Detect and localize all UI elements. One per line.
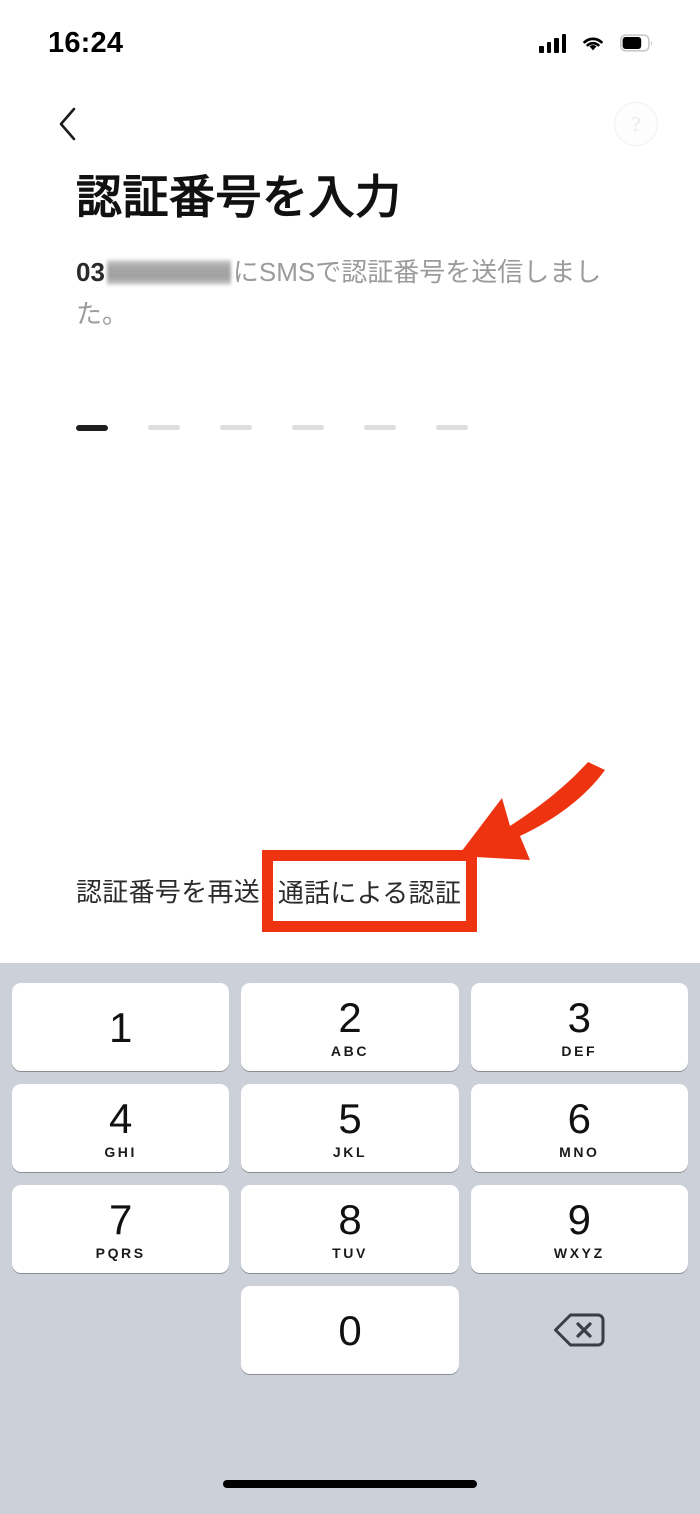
key-4[interactable]: 4 GHI (12, 1084, 230, 1172)
key-digit: 2 (338, 993, 362, 1041)
question-mark-icon: ? (631, 111, 641, 136)
keypad-spacer (12, 1286, 229, 1374)
status-bar-time: 16:24 (48, 26, 124, 59)
annotation-highlight-box: 通話による認証 (262, 850, 477, 932)
key-letters: DEF (561, 1042, 598, 1059)
key-digit: 9 (567, 1195, 591, 1243)
key-letters: ABC (330, 1042, 370, 1059)
key-digit: 3 (567, 993, 591, 1041)
key-digit: 1 (108, 1004, 133, 1051)
code-digit-slot-2[interactable] (148, 425, 180, 430)
keypad-row-3: 7 PQRS 8 TUV 9 WXYZ (6, 1179, 694, 1279)
home-indicator[interactable] (223, 1480, 477, 1488)
key-7[interactable]: 7 PQRS (12, 1185, 230, 1273)
code-digit-slot-1[interactable] (76, 425, 108, 431)
key-letters: JKL (332, 1143, 368, 1160)
redacted-phone-number (106, 260, 231, 286)
code-digit-slot-6[interactable] (436, 425, 468, 430)
key-digit: 0 (338, 1307, 362, 1354)
key-letters: PQRS (95, 1244, 146, 1261)
key-letters: GHI (104, 1143, 138, 1160)
keypad-cell: 3 DEF (465, 977, 694, 1077)
keypad-cell: 9 WXYZ (465, 1179, 694, 1279)
key-digit: 6 (567, 1094, 591, 1142)
key-letters: MNO (559, 1143, 600, 1160)
keypad-cell: 0 (235, 1280, 464, 1380)
key-backspace[interactable] (471, 1286, 688, 1374)
key-8[interactable]: 8 TUV (241, 1185, 459, 1273)
key-digit: 4 (108, 1094, 133, 1142)
code-digit-slot-5[interactable] (364, 425, 396, 430)
chevron-left-icon (56, 106, 80, 142)
key-letters: WXYZ (553, 1244, 605, 1261)
keypad-cell (465, 1280, 694, 1380)
key-3[interactable]: 3 DEF (470, 983, 688, 1071)
keypad-cell: 6 MNO (465, 1078, 694, 1178)
wifi-icon (580, 33, 606, 53)
key-9[interactable]: 9 WXYZ (470, 1185, 688, 1273)
keypad-cell: 7 PQRS (6, 1179, 235, 1279)
code-digit-slot-3[interactable] (220, 425, 252, 430)
main-content: 認証番号を入力 03 にSMSで認証番号を送信しました。 (0, 170, 700, 335)
page-title: 認証番号を入力 (76, 171, 402, 223)
call-verification-button[interactable]: 通話による認証 (278, 873, 461, 910)
key-digit: 5 (338, 1094, 362, 1142)
keypad-cell: 4 GHI (6, 1078, 235, 1178)
keypad-cell: 8 TUV (235, 1179, 464, 1279)
help-button[interactable]: ? (614, 102, 658, 146)
backspace-icon (553, 1310, 605, 1350)
keypad-cell: 2 ABC (235, 977, 464, 1077)
back-button[interactable] (40, 96, 96, 152)
action-links: 認証番号を再送 (76, 866, 260, 915)
code-digit-slot-4[interactable] (292, 425, 324, 430)
keypad-row-2: 4 GHI 5 JKL 6 MNO (6, 1078, 694, 1178)
keypad-row-4: 0 (6, 1280, 694, 1380)
battery-icon (620, 34, 654, 52)
key-digit: 8 (338, 1195, 362, 1243)
status-bar: 16:24 (0, 0, 700, 86)
keypad-row-1: 1 2 ABC 3 DEF (6, 977, 694, 1077)
key-5[interactable]: 5 JKL (241, 1084, 459, 1172)
numeric-keypad: 1 2 ABC 3 DEF 4 GHI 5 JKL 6 MNO 7 PQRS 8… (0, 963, 700, 1514)
cellular-signal-icon (539, 33, 566, 53)
keypad-cell: 5 JKL (235, 1078, 464, 1178)
verification-code-input[interactable] (76, 425, 468, 431)
phone-number-prefix: 03 (76, 257, 105, 288)
key-digit: 7 (108, 1195, 133, 1243)
key-0[interactable]: 0 (241, 1286, 459, 1374)
keypad-cell: 1 (6, 977, 235, 1077)
key-6[interactable]: 6 MNO (470, 1084, 688, 1172)
status-bar-icons (539, 33, 654, 53)
resend-code-button[interactable]: 認証番号を再送 (76, 866, 260, 915)
description-text: 03 にSMSで認証番号を送信しました。 (76, 251, 636, 335)
key-1[interactable]: 1 (12, 983, 230, 1071)
keypad-cell (6, 1280, 235, 1380)
navigation-bar: ? (0, 92, 700, 162)
key-letters: TUV (332, 1244, 368, 1261)
phone-screen: 16:24 ? 認証番号を入力 03 にSMSで認証番号を送信しました。 認証番… (0, 0, 700, 1514)
key-2[interactable]: 2 ABC (241, 983, 459, 1071)
